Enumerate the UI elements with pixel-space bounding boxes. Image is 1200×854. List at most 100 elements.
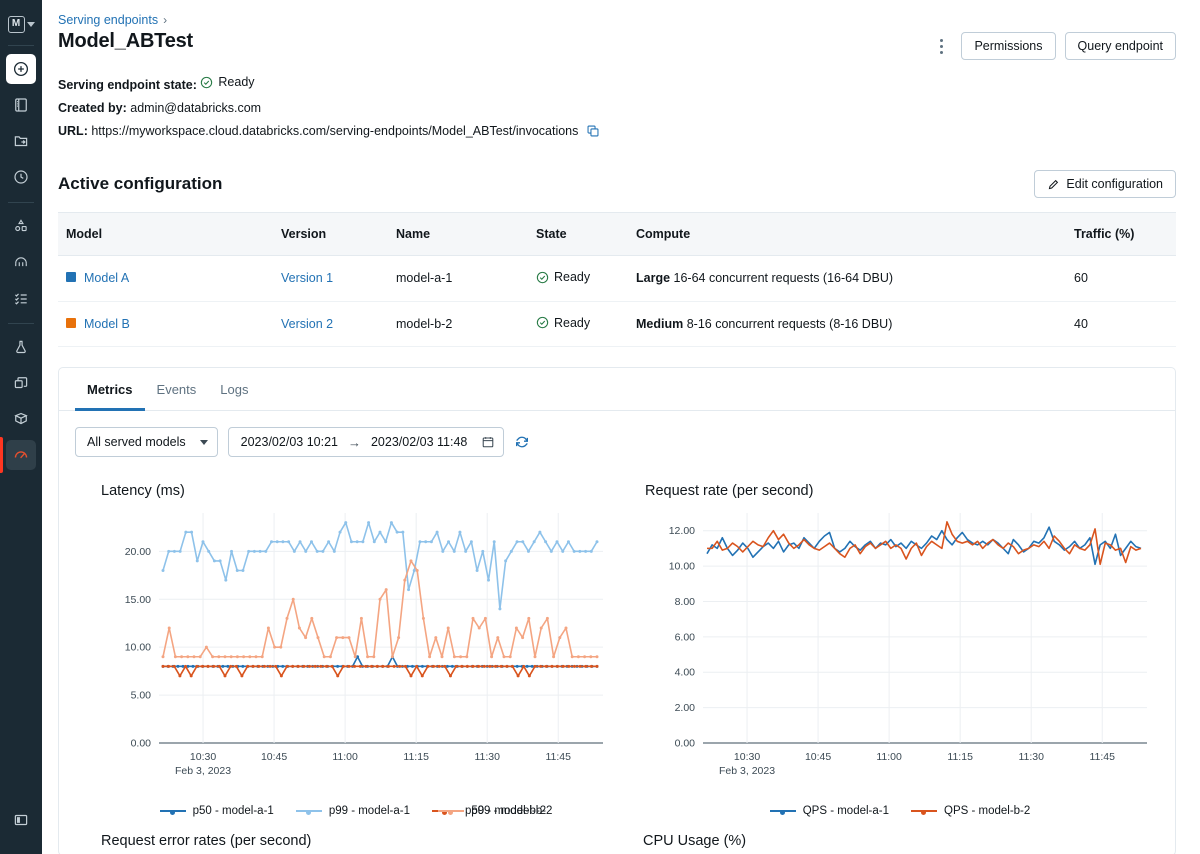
panel-collapse-icon: [12, 811, 30, 829]
workspace-logo: M: [8, 16, 25, 33]
compute-detail: 16-64 concurrent requests (16-64 DBU): [674, 271, 894, 285]
date-range-input[interactable]: 2023/02/03 10:21 → 2023/02/03 11:48: [228, 427, 505, 457]
created-by-value: admin@databricks.com: [130, 101, 261, 115]
version-link[interactable]: Version 1: [281, 271, 333, 285]
legend-label: p50 - model-a-1: [193, 805, 274, 817]
url-row: URL: https://myworkspace.cloud.databrick…: [58, 120, 1176, 146]
legend-item[interactable]: p99 - model-a-1: [296, 805, 410, 817]
served-models-select[interactable]: All served models: [75, 427, 218, 457]
cell-model: Model A: [58, 256, 273, 302]
flask-icon: [12, 338, 30, 356]
legend-label: p99 - model-a-1: [329, 805, 410, 817]
created-by-label: Created by:: [58, 101, 127, 115]
sidebar-divider-1: [8, 45, 34, 46]
sidebar-item-data[interactable]: [6, 211, 36, 241]
svg-text:11:45: 11:45: [1089, 751, 1115, 763]
edit-configuration-label: Edit configuration: [1066, 177, 1163, 191]
sidebar-item-queries[interactable]: [6, 283, 36, 313]
workflows-icon: [12, 253, 30, 271]
breadcrumb-separator-icon: ›: [163, 13, 167, 27]
legend-item[interactable]: p50 - model-a-1: [160, 805, 274, 817]
calendar-icon[interactable]: [477, 435, 495, 449]
tab-metrics[interactable]: Metrics: [75, 368, 145, 411]
sidebar-item-new[interactable]: [6, 54, 36, 84]
date-from[interactable]: 2023/02/03 10:21: [241, 435, 338, 449]
sidebar-item-history[interactable]: [6, 162, 36, 192]
request-rate-chart: Request rate (per second) 0.002.004.006.…: [619, 471, 1163, 817]
edit-configuration-button[interactable]: Edit configuration: [1034, 170, 1176, 198]
col-state: State: [528, 213, 628, 256]
check-circle-icon: [536, 271, 549, 284]
table-row: Model B Version 2 model-b-2 Ready Medium…: [58, 301, 1176, 347]
cell-state: Ready: [528, 301, 628, 347]
copy-icon[interactable]: [586, 123, 600, 146]
svg-text:10.00: 10.00: [669, 561, 695, 573]
catalog-icon: [12, 217, 30, 235]
date-to[interactable]: 2023/02/03 11:48: [371, 435, 467, 449]
sidebar-item-compute[interactable]: [6, 404, 36, 434]
svg-text:10.00: 10.00: [125, 642, 151, 654]
state-value: Ready: [554, 316, 590, 330]
latency-chart-svg[interactable]: 0.005.0010.0015.0020.0010:3010:4511:0011…: [101, 505, 611, 795]
breadcrumb-parent-link[interactable]: Serving endpoints: [58, 13, 158, 27]
legend-item[interactable]: QPS - model-b-2: [911, 805, 1030, 817]
sidebar-item-workflows[interactable]: [6, 247, 36, 277]
svg-text:10:45: 10:45: [261, 751, 287, 763]
svg-text:12.00: 12.00: [669, 525, 695, 537]
compute-size: Large: [636, 271, 670, 285]
series-color-swatch: [66, 318, 76, 328]
query-endpoint-button[interactable]: Query endpoint: [1065, 32, 1176, 60]
sidebar-item-workspace[interactable]: [6, 90, 36, 120]
pencil-icon: [1047, 178, 1060, 191]
model-link[interactable]: Model B: [84, 317, 130, 331]
sidebar-collapse-toggle[interactable]: [6, 805, 36, 835]
chevron-down-icon: [27, 22, 35, 27]
svg-text:6.00: 6.00: [675, 631, 696, 643]
cell-traffic: 40: [1066, 301, 1176, 347]
active-configuration-header: Active configuration Edit configuration: [58, 170, 1176, 198]
metrics-panel: Metrics Events Logs All served models 20…: [58, 367, 1176, 854]
legend-item[interactable]: p99 - model-b-2: [438, 805, 552, 817]
col-name: Name: [388, 213, 528, 256]
refresh-icon: [514, 434, 530, 450]
check-circle-icon: [536, 316, 549, 329]
sidebar-item-models[interactable]: [6, 368, 36, 398]
refresh-button[interactable]: [514, 434, 530, 450]
svg-text:10:45: 10:45: [805, 751, 831, 763]
metrics-filters: All served models 2023/02/03 10:21 → 202…: [59, 411, 1175, 461]
legend-item[interactable]: QPS - model-a-1: [770, 805, 889, 817]
served-models-value: All served models: [87, 435, 186, 449]
model-link[interactable]: Model A: [84, 271, 129, 285]
workspace-switcher[interactable]: M: [8, 10, 35, 38]
sidebar-item-experiments[interactable]: [6, 332, 36, 362]
table-header-row: Model Version Name State Compute Traffic…: [58, 213, 1176, 256]
table-header: Model Version Name State Compute Traffic…: [58, 213, 1176, 256]
sidebar-item-serving[interactable]: [6, 440, 36, 470]
svg-text:10:30: 10:30: [734, 751, 760, 763]
bottom-charts-row: Request error rates (per second) CPU Usa…: [59, 817, 1175, 854]
url-value: https://myworkspace.cloud.databricks.com…: [91, 124, 578, 138]
page-content: Serving endpoints › Model_ABTest Permiss…: [42, 0, 1200, 854]
tab-logs[interactable]: Logs: [208, 368, 260, 411]
cell-compute: Medium 8-16 concurrent requests (8-16 DB…: [628, 301, 1066, 347]
sidebar-item-recents[interactable]: [6, 126, 36, 156]
endpoint-state-label: Serving endpoint state:: [58, 78, 197, 92]
permissions-button[interactable]: Permissions: [961, 32, 1055, 60]
compute-detail: 8-16 concurrent requests (8-16 DBU): [687, 317, 893, 331]
sidebar-divider-2: [8, 202, 34, 203]
active-configuration-table: Model Version Name State Compute Traffic…: [58, 212, 1176, 347]
charts-grid: Latency (ms) 0.005.0010.0015.0020.0010:3…: [59, 461, 1175, 817]
col-compute: Compute: [628, 213, 1066, 256]
tab-events[interactable]: Events: [145, 368, 209, 411]
version-link[interactable]: Version 2: [281, 317, 333, 331]
section-title: Active configuration: [58, 174, 222, 194]
svg-text:0.00: 0.00: [131, 738, 152, 750]
page-title: Model_ABTest: [58, 30, 193, 53]
svg-text:8.00: 8.00: [675, 596, 696, 608]
endpoint-state-value: Ready: [218, 71, 254, 94]
more-vertical-icon[interactable]: [930, 33, 952, 59]
request-rate-chart-svg[interactable]: 0.002.004.006.008.0010.0012.0010:3010:45…: [645, 505, 1155, 795]
latency-legend: p50 - model-a-1 p99 - model-a-1 p50 - mo…: [101, 805, 611, 817]
cell-version: Version 1: [273, 256, 388, 302]
request-rate-legend: QPS - model-a-1 QPS - model-b-2: [645, 805, 1155, 817]
